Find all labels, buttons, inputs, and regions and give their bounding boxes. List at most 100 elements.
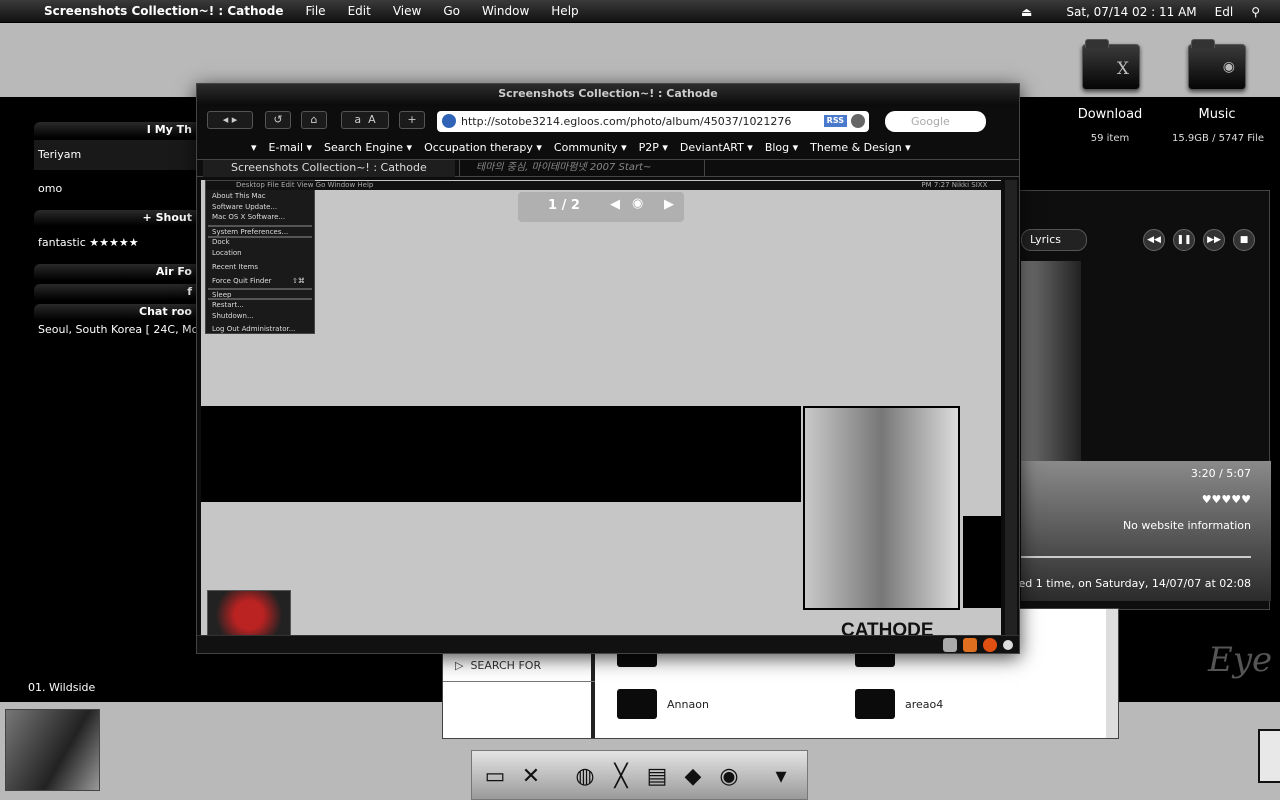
eject-icon[interactable]: ⏏ bbox=[1021, 5, 1032, 19]
dock-x-icon[interactable]: ╳ bbox=[606, 761, 636, 791]
bookmark-item[interactable]: Search Engine ▾ bbox=[324, 141, 412, 154]
stop-icon[interactable]: ■ bbox=[1233, 229, 1255, 251]
download-info: 59 item bbox=[1090, 133, 1130, 144]
music-player-window: Lyrics ◀◀ ❚❚ ▶▶ ■ 3:20 / 5:07 ♥♥♥♥♥ No w… bbox=[971, 190, 1271, 610]
menu-view[interactable]: View bbox=[393, 4, 421, 18]
download-folder-icon[interactable]: X bbox=[1082, 39, 1140, 90]
browser-window: Screenshots Collection~! : Cathode ◂ ▸ ↺… bbox=[196, 83, 1020, 654]
search-field[interactable]: Google bbox=[885, 111, 986, 132]
eye-logo-text: Eye bbox=[1208, 640, 1273, 680]
screenshot-black-block bbox=[963, 516, 1001, 608]
dock-document-icon[interactable]: ▤ bbox=[642, 761, 672, 791]
folder-icon[interactable] bbox=[617, 689, 657, 719]
rating-hearts[interactable]: ♥♥♥♥♥ bbox=[1202, 493, 1251, 506]
prev-arrow-icon[interactable]: ◀ bbox=[610, 197, 620, 212]
finder-scrollbar[interactable] bbox=[1106, 609, 1118, 738]
tab-inactive[interactable]: 테마의 중심, 마이테마펌넷 2007 Start~ bbox=[459, 160, 705, 177]
apple-bookmark-icon[interactable]: ▾ bbox=[251, 141, 257, 154]
mini-menubar: Desktop File Edit View Go Window Help PM … bbox=[206, 181, 1001, 190]
lyrics-button[interactable]: Lyrics bbox=[1021, 229, 1087, 251]
dock-trash-icon[interactable]: ▾ bbox=[766, 761, 796, 791]
page-indicator: 1 / 2 bbox=[548, 198, 580, 213]
rss-badge[interactable]: RSS bbox=[823, 115, 847, 127]
bookmarks-bar: ▾ E-mail ▾ Search Engine ▾ Occupation th… bbox=[197, 137, 1019, 157]
menu-item: Recent Items bbox=[212, 263, 258, 271]
status-firefox-icon[interactable] bbox=[983, 638, 997, 652]
menu-clock[interactable]: Sat, 07/14 02 : 11 AM bbox=[1066, 5, 1196, 19]
menu-file[interactable]: File bbox=[305, 4, 325, 18]
text-smaller[interactable]: a bbox=[354, 113, 361, 126]
bookmark-item[interactable]: P2P ▾ bbox=[639, 141, 668, 154]
dock-diamond-icon[interactable]: ◆ bbox=[678, 761, 708, 791]
menu-help[interactable]: Help bbox=[551, 4, 578, 18]
menu-item: Restart... bbox=[212, 301, 244, 309]
reload-icon[interactable]: ↺ bbox=[265, 111, 291, 129]
mini-menubar-clock: PM 7:27 Nikki SIXX bbox=[921, 181, 988, 189]
menu-item: Dock bbox=[212, 238, 230, 246]
music-folder-icon[interactable]: ◉ bbox=[1188, 39, 1246, 90]
dock-cd-icon[interactable]: ◉ bbox=[714, 761, 744, 791]
bookmark-item[interactable]: DeviantART ▾ bbox=[680, 141, 753, 154]
tab-bar: Screenshots Collection~! : Cathode 테마의 중… bbox=[197, 159, 1019, 177]
right-edge-tab[interactable] bbox=[1258, 729, 1280, 783]
forward-icon[interactable]: ▶▶ bbox=[1203, 229, 1225, 251]
text-larger[interactable]: A bbox=[368, 113, 376, 126]
menu-separator bbox=[208, 298, 312, 300]
url-reload-icon[interactable] bbox=[851, 114, 865, 128]
rewind-icon[interactable]: ◀◀ bbox=[1143, 229, 1165, 251]
status-smiley-icon[interactable] bbox=[963, 638, 977, 652]
progress-bar[interactable] bbox=[1021, 556, 1251, 558]
screenshot-black-band bbox=[201, 406, 801, 502]
text-size-button[interactable]: a A bbox=[341, 111, 389, 129]
add-bookmark-button[interactable]: + bbox=[399, 111, 425, 129]
menu-item: Force Quit Finder bbox=[212, 277, 272, 285]
photo-image[interactable] bbox=[803, 406, 960, 610]
menu-edit[interactable]: Edit bbox=[348, 4, 371, 18]
file-name[interactable]: areao4 bbox=[905, 698, 943, 711]
bookmark-item[interactable]: Community ▾ bbox=[554, 141, 627, 154]
album-art-thumbnail[interactable] bbox=[5, 709, 100, 791]
music-info: 15.9GB / 5747 File bbox=[1172, 133, 1264, 144]
spotlight-icon[interactable]: ⚲ bbox=[1251, 5, 1260, 19]
dock-finder-icon[interactable]: ▭ bbox=[480, 761, 510, 791]
menu-app-name[interactable]: Screenshots Collection~! : Cathode bbox=[44, 4, 283, 18]
search-for-label: SEARCH FOR bbox=[470, 659, 542, 672]
browser-scrollbar[interactable] bbox=[1005, 180, 1017, 635]
search-placeholder: Google bbox=[911, 115, 950, 128]
dock-terminal-icon[interactable]: ✕ bbox=[516, 761, 546, 791]
next-arrow-icon[interactable]: ▶ bbox=[664, 197, 674, 212]
tab-active[interactable]: Screenshots Collection~! : Cathode bbox=[203, 160, 455, 177]
website-info: No website information bbox=[1122, 519, 1251, 532]
download-label: Download bbox=[1077, 107, 1143, 122]
dock: ▭ ✕ ◍ ╳ ▤ ◆ ◉ ▾ bbox=[471, 750, 808, 800]
dock-browser-icon[interactable]: ◍ bbox=[570, 761, 600, 791]
url-field[interactable]: http://sotobe3214.egloos.com/photo/album… bbox=[437, 111, 869, 132]
menu-item: About This Mac bbox=[212, 192, 266, 200]
menu-user[interactable]: Edl bbox=[1215, 5, 1234, 19]
pause-icon[interactable]: ❚❚ bbox=[1173, 229, 1195, 251]
bookmark-item[interactable]: Occupation therapy ▾ bbox=[424, 141, 542, 154]
status-bar bbox=[197, 635, 1019, 653]
mini-menubar-items: Desktop File Edit View Go Window Help bbox=[236, 181, 374, 189]
url-text: http://sotobe3214.egloos.com/photo/album… bbox=[461, 115, 792, 128]
bookmark-item[interactable]: Theme & Design ▾ bbox=[810, 141, 911, 154]
track-time: 3:20 / 5:07 bbox=[1190, 467, 1251, 480]
bookmark-item[interactable]: E-mail ▾ bbox=[269, 141, 313, 154]
status-settings-icon[interactable] bbox=[1003, 640, 1013, 650]
folder-icon[interactable] bbox=[855, 689, 895, 719]
play-icon[interactable]: ◉ bbox=[632, 196, 643, 211]
menu-separator bbox=[208, 288, 312, 290]
search-for-item[interactable]: ▷ SEARCH FOR bbox=[455, 659, 541, 672]
menu-item: System Preferences... bbox=[212, 228, 289, 236]
menu-separator bbox=[208, 225, 312, 227]
menu-window[interactable]: Window bbox=[482, 4, 529, 18]
back-forward-button[interactable]: ◂ ▸ bbox=[207, 111, 253, 129]
globe-icon bbox=[442, 114, 456, 128]
menu-go[interactable]: Go bbox=[443, 4, 460, 18]
bookmark-item[interactable]: Blog ▾ bbox=[765, 141, 798, 154]
menu-item: Log Out Administrator... bbox=[212, 325, 296, 333]
status-document-icon[interactable] bbox=[943, 638, 957, 652]
file-name[interactable]: Annaon bbox=[667, 698, 709, 711]
home-icon[interactable]: ⌂ bbox=[301, 111, 327, 129]
artist-photo bbox=[1021, 261, 1081, 461]
